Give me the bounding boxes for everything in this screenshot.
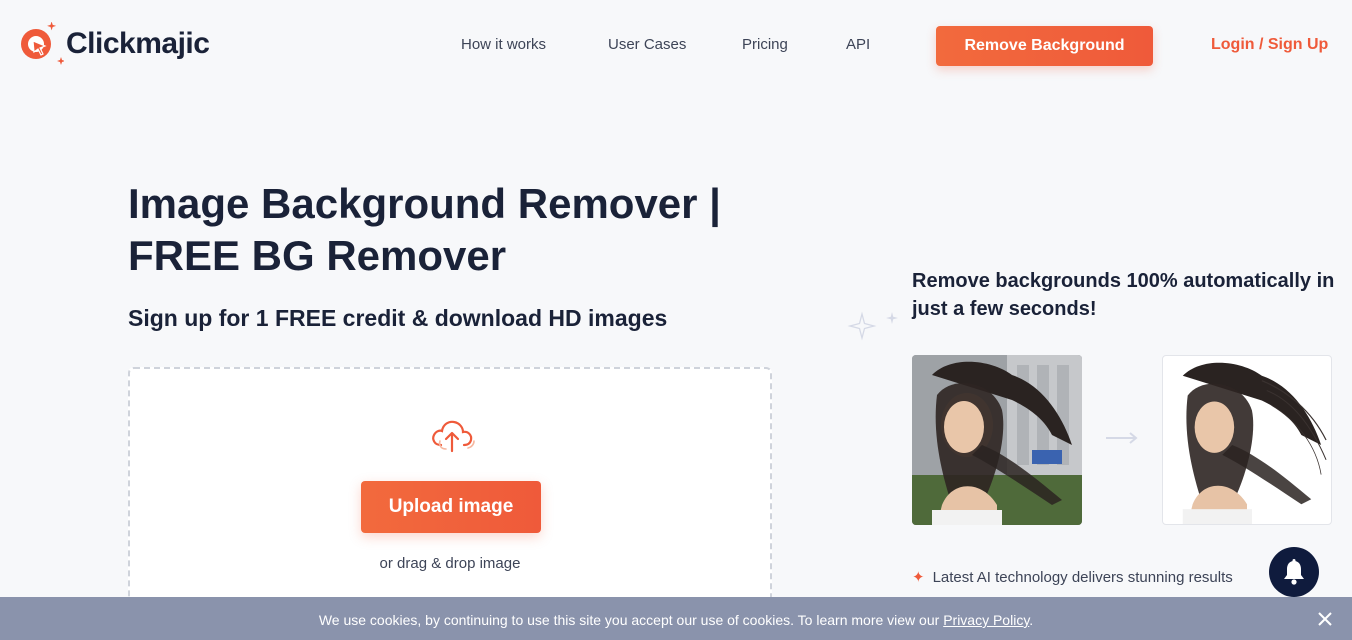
cookie-suffix: . bbox=[1029, 612, 1034, 628]
site-header: Clickmajic How it works User Cases Prici… bbox=[0, 0, 1352, 92]
drag-drop-hint: or drag & drop image bbox=[379, 555, 521, 572]
nav-api[interactable]: API bbox=[846, 36, 870, 53]
logo[interactable]: Clickmajic bbox=[16, 22, 210, 70]
privacy-policy-link[interactable]: Privacy Policy bbox=[943, 612, 1029, 628]
feature-text: Latest AI technology delivers stunning r… bbox=[932, 568, 1233, 586]
portrait-before-illustration bbox=[912, 355, 1082, 525]
showcase-title: Remove backgrounds 100% automatically in… bbox=[912, 270, 1335, 320]
cloud-upload-icon bbox=[432, 420, 475, 453]
before-image bbox=[912, 355, 1082, 525]
hero-subtitle: Sign up for 1 FREE credit & download HD … bbox=[128, 305, 668, 331]
portrait-after-illustration bbox=[1182, 362, 1327, 524]
nav-user-cases[interactable]: User Cases bbox=[608, 36, 686, 53]
bell-icon bbox=[1284, 559, 1304, 585]
feature-item: ✦ Latest AI technology delivers stunning… bbox=[912, 568, 1233, 587]
notification-bell-button[interactable] bbox=[1269, 547, 1319, 597]
cookie-message: We use cookies, by continuing to use thi… bbox=[0, 612, 1352, 628]
remove-background-button[interactable]: Remove Background bbox=[936, 26, 1153, 66]
sparkles-icon bbox=[847, 311, 898, 341]
upload-image-button[interactable]: Upload image bbox=[361, 481, 541, 533]
after-image bbox=[1162, 355, 1332, 525]
upload-dropzone[interactable]: Upload image or drag & drop image bbox=[128, 367, 772, 607]
logo-wordmark: Clickmajic bbox=[66, 27, 210, 60]
arrow-right-icon bbox=[1106, 432, 1138, 444]
close-icon[interactable] bbox=[1316, 610, 1334, 628]
cookie-banner: We use cookies, by continuing to use thi… bbox=[0, 597, 1352, 640]
sparkle-bullet-icon: ✦ bbox=[912, 569, 925, 586]
page-title: Image Background Remover | FREE BG Remov… bbox=[128, 180, 721, 279]
nav-pricing[interactable]: Pricing bbox=[742, 36, 788, 53]
cookie-text: We use cookies, by continuing to use thi… bbox=[318, 612, 944, 628]
nav-how-it-works[interactable]: How it works bbox=[461, 36, 546, 53]
login-signup-link[interactable]: Login / Sign Up bbox=[1211, 36, 1328, 54]
logo-cursor-icon bbox=[21, 22, 64, 65]
